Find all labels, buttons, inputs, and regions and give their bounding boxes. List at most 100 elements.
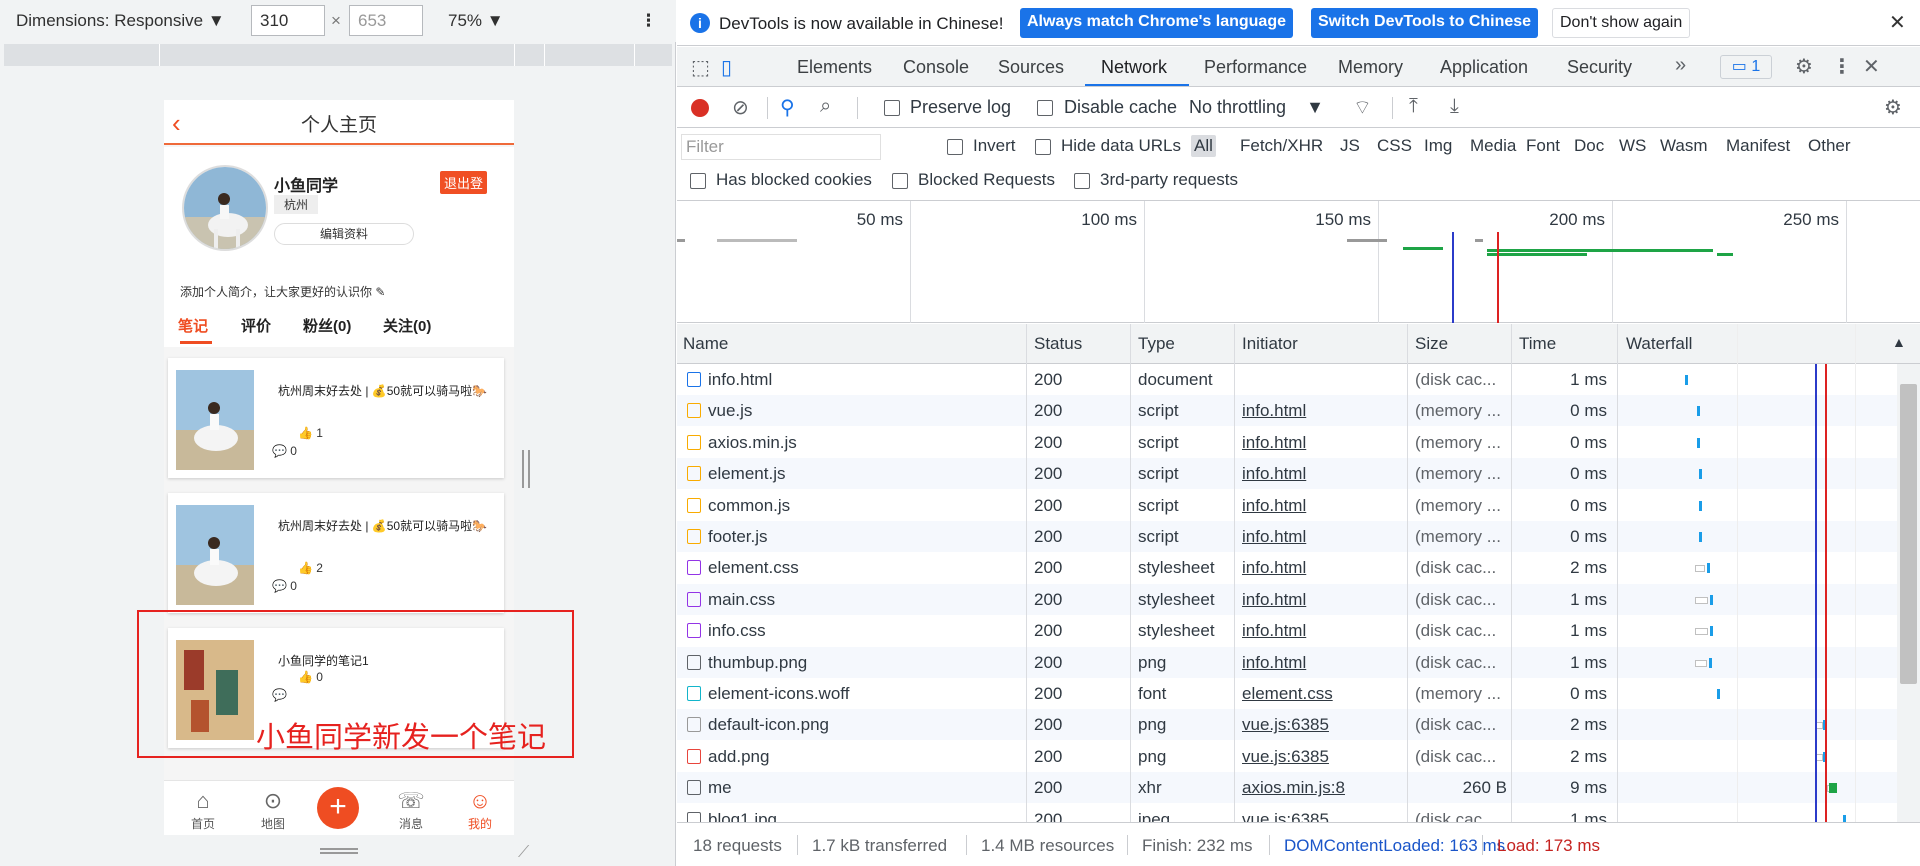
import-har-icon[interactable]: ⤒ [1409,95,1418,118]
tab-elements[interactable]: Elements [797,57,872,78]
col-size[interactable]: Size [1415,334,1448,354]
tab-sources[interactable]: Sources [998,57,1064,78]
add-note-button[interactable]: + [317,787,359,829]
filter-type-img[interactable]: Img [1421,135,1455,157]
filter-type-ws[interactable]: WS [1616,135,1649,157]
cell-initiator[interactable]: info.html [1242,527,1402,547]
more-options-icon[interactable]: ⋮ [640,11,657,31]
network-overview[interactable]: 50 ms 100 ms 150 ms 200 ms 250 ms [677,201,1920,323]
comment-count[interactable]: 💬 0 [272,444,297,458]
cell-initiator[interactable]: axios.min.js:8 [1242,778,1402,798]
filter-type-fetch-xhr[interactable]: Fetch/XHR [1237,135,1326,157]
network-conditions-icon[interactable]: ⌔ [1353,95,1372,120]
height-input[interactable]: 653 [349,5,423,36]
table-row[interactable]: footer.js 200 script info.html (memory ... 0 … [677,521,1920,552]
invert-checkbox[interactable] [947,139,963,155]
device-toggle-icon[interactable]: ▯ [721,55,732,80]
filter-type-doc[interactable]: Doc [1571,135,1607,157]
switch-language-button[interactable]: Switch DevTools to Chinese [1311,8,1539,38]
export-har-icon[interactable]: ⤓ [1450,95,1459,118]
cell-initiator[interactable]: vue.js:6385 [1242,747,1402,767]
like-count[interactable]: 👍 1 [298,426,323,440]
filter-input[interactable]: Filter [681,134,881,160]
blocked-cookies-checkbox[interactable] [690,173,706,189]
throttling-select[interactable]: No throttling ▼ [1189,97,1324,118]
cell-initiator[interactable]: info.html [1242,496,1402,516]
logout-button[interactable]: 退出登 [440,171,488,194]
table-row[interactable]: me 200 xhr axios.min.js:8 260 B 9 ms [677,772,1920,804]
settings-gear-icon[interactable]: ⚙ [1795,54,1813,79]
like-count[interactable]: 👍 2 [298,561,323,575]
table-row[interactable]: default-icon.png 200 png vue.js:6385 (disk c… [677,709,1920,741]
cell-initiator[interactable]: info.html [1242,558,1402,578]
note-card[interactable]: 杭州周末好去处 | 💰50就可以骑马啦🐎 👍 1 💬 0 [168,358,504,478]
table-scrollbar[interactable] [1897,364,1920,822]
filter-icon[interactable]: ⚲ [780,95,795,120]
close-devtools-icon[interactable]: ✕ [1863,54,1880,79]
issues-badge[interactable]: ▭ 1 [1720,55,1772,79]
edit-profile-button[interactable]: 编辑资料 [274,223,414,245]
col-time[interactable]: Time [1519,334,1556,354]
cell-initiator[interactable]: element.css [1242,684,1402,704]
comment-count[interactable]: 💬 0 [272,579,297,593]
hide-data-urls-checkbox[interactable] [1035,139,1051,155]
resize-handle-right[interactable] [522,450,530,488]
table-row[interactable]: thumbup.png 200 png info.html (disk cac... 1 … [677,646,1920,678]
nav-map[interactable]: ⊙ 地图 [248,787,298,832]
media-query-ruler[interactable] [4,44,672,66]
tab-performance[interactable]: Performance [1204,57,1307,78]
col-type[interactable]: Type [1138,334,1175,354]
bio-text[interactable]: 添加个人简介，让大家更好的认识你 ✎ [180,283,385,300]
avatar[interactable] [182,165,268,251]
cell-initiator[interactable]: info.html [1242,433,1402,453]
blocked-requests-checkbox[interactable] [892,173,908,189]
note-card[interactable]: 杭州周末好去处 | 💰50就可以骑马啦🐎 👍 2 💬 0 [168,493,504,613]
tab-console[interactable]: Console [903,57,969,78]
filter-type-manifest[interactable]: Manifest [1723,135,1793,157]
resize-handle-bottom[interactable] [320,848,358,854]
nav-me[interactable]: ☺ 我的 [455,787,505,832]
filter-type-wasm[interactable]: Wasm [1657,135,1711,157]
cell-initiator[interactable]: info.html [1242,401,1402,421]
cell-initiator[interactable]: vue.js:6385 [1242,715,1402,735]
cell-initiator[interactable]: info.html [1242,653,1402,673]
close-icon[interactable]: ✕ [1889,10,1906,35]
tab-security[interactable]: Security [1567,57,1632,78]
zoom-dropdown[interactable]: 75% ▼ [448,11,504,31]
sort-up-icon[interactable]: ▲ [1892,334,1906,350]
table-row[interactable]: element.js 200 script info.html (memory ... 0… [677,458,1920,490]
table-row[interactable]: vue.js 200 script info.html (memory ... 0 ms [677,395,1920,427]
col-name[interactable]: Name [683,334,728,354]
filter-type-font[interactable]: Font [1523,135,1563,157]
third-party-checkbox[interactable] [1074,173,1090,189]
record-icon[interactable] [691,99,709,117]
cell-initiator[interactable]: info.html [1242,621,1402,641]
inspect-icon[interactable]: ⬚ [691,55,710,80]
col-waterfall[interactable]: Waterfall [1626,334,1692,354]
filter-type-all[interactable]: All [1191,135,1216,157]
table-row[interactable]: common.js 200 script info.html (memory ... 0 … [677,490,1920,521]
table-row[interactable]: info.css 200 stylesheet info.html (disk cac.… [677,615,1920,646]
col-status[interactable]: Status [1034,334,1082,354]
table-row[interactable]: info.html 200 document (disk cac... 1 ms [677,364,1920,395]
nav-home[interactable]: ⌂ 首页 [178,787,228,832]
disable-cache-checkbox[interactable] [1037,100,1053,116]
table-row[interactable]: axios.min.js 200 script info.html (memory ..… [677,427,1920,458]
match-language-button[interactable]: Always match Chrome's language [1020,8,1293,38]
tab-application[interactable]: Application [1440,57,1528,78]
dont-show-button[interactable]: Don't show again [1552,8,1691,38]
filter-type-js[interactable]: JS [1337,135,1363,157]
table-row[interactable]: main.css 200 stylesheet info.html (disk cac.… [677,583,1920,615]
col-initiator[interactable]: Initiator [1242,334,1298,354]
filter-type-other[interactable]: Other [1805,135,1854,157]
table-row[interactable]: element.css 200 stylesheet info.html (disk c… [677,552,1920,583]
search-icon[interactable]: ⌕ [820,95,831,118]
filter-type-media[interactable]: Media [1467,135,1519,157]
table-row[interactable]: add.png 200 png vue.js:6385 (disk cac... 2 ms [677,741,1920,772]
dimensions-dropdown[interactable]: Dimensions: Responsive ▼ [16,11,225,31]
tab-memory[interactable]: Memory [1338,57,1403,78]
width-input[interactable]: 310 [251,5,325,36]
scrollbar-thumb[interactable] [1900,384,1917,684]
table-row[interactable]: element-icons.woff 200 font element.css (mem… [677,678,1920,709]
tab-notes[interactable]: 笔记 [178,315,208,336]
